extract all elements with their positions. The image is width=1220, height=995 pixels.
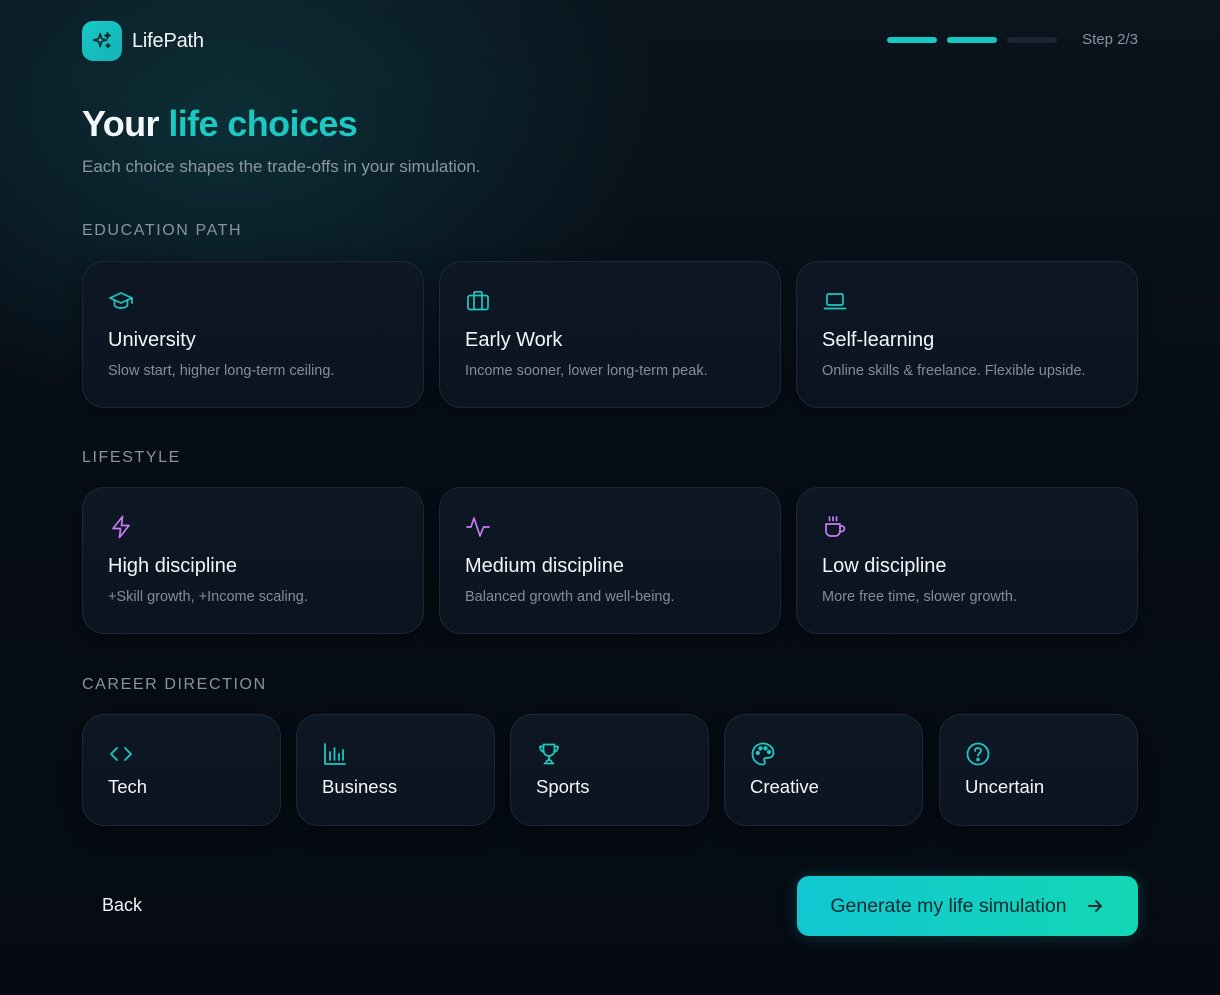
option-title: Low discipline bbox=[822, 555, 947, 577]
option-description: Slow start, higher long-term ceiling. bbox=[108, 363, 335, 379]
page-title: Your life choices bbox=[82, 103, 358, 145]
page-subtitle: Each choice shapes the trade-offs in you… bbox=[82, 157, 481, 176]
education-option-self-learning[interactable]: Self-learning Online skills & freelance.… bbox=[796, 261, 1138, 408]
generate-button-label: Generate my life simulation bbox=[830, 894, 1067, 917]
code-icon bbox=[110, 747, 132, 761]
option-title: Uncertain bbox=[965, 776, 1045, 797]
progress-segment-1 bbox=[887, 36, 938, 43]
option-title: Medium discipline bbox=[465, 555, 624, 577]
option-description: More free time, slower growth. bbox=[822, 589, 1018, 605]
option-title: Early Work bbox=[465, 329, 563, 351]
career-section-label: CAREER DIRECTION bbox=[82, 676, 267, 693]
lifestyle-option-high-discipline[interactable]: High discipline +Skill growth, +Income s… bbox=[82, 487, 424, 634]
graduation-cap-icon bbox=[109, 292, 133, 309]
option-title: Tech bbox=[108, 776, 148, 797]
title-plain: Your bbox=[82, 103, 169, 144]
career-option-creative[interactable]: Creative bbox=[724, 714, 923, 826]
step-progress: Step 2/3 bbox=[887, 31, 1138, 48]
laptop-icon bbox=[823, 293, 847, 310]
option-title: High discipline bbox=[108, 555, 237, 577]
option-description: Online skills & freelance. Flexible upsi… bbox=[822, 363, 1086, 379]
option-description: Income sooner, lower long-term peak. bbox=[465, 363, 708, 379]
help-circle-icon bbox=[966, 742, 990, 766]
title-accent: life choices bbox=[168, 103, 358, 144]
briefcase-icon bbox=[467, 290, 489, 311]
sparkles-icon bbox=[82, 21, 122, 61]
page: LifePath Step 2/3 Your life choices Each… bbox=[82, 0, 1138, 995]
generate-simulation-button[interactable]: Generate my life simulation bbox=[797, 876, 1138, 936]
step-indicator: Step 2/3 bbox=[1082, 31, 1138, 48]
education-option-early-work[interactable]: Early Work Income sooner, lower long-ter… bbox=[439, 261, 781, 408]
progress-segment-2 bbox=[947, 36, 998, 43]
education-section-label: EDUCATION PATH bbox=[82, 222, 243, 239]
career-option-sports[interactable]: Sports bbox=[510, 714, 709, 826]
career-option-tech[interactable]: Tech bbox=[82, 714, 281, 826]
option-title: Creative bbox=[750, 776, 819, 797]
header: LifePath Step 2/3 bbox=[82, 21, 1138, 61]
option-title: Business bbox=[322, 776, 398, 797]
option-title: Self-learning bbox=[822, 329, 935, 351]
progress-segment-3 bbox=[1007, 36, 1058, 43]
option-description: Balanced growth and well-being. bbox=[465, 589, 675, 605]
trophy-icon bbox=[539, 743, 559, 765]
bar-chart-icon bbox=[324, 743, 346, 765]
career-option-uncertain[interactable]: Uncertain bbox=[939, 714, 1138, 826]
lifestyle-section-label: LIFESTYLE bbox=[82, 449, 181, 466]
back-button[interactable]: Back bbox=[82, 880, 162, 930]
option-title: Sports bbox=[536, 776, 590, 797]
arrow-right-icon bbox=[1087, 900, 1102, 912]
career-option-business[interactable]: Business bbox=[296, 714, 495, 826]
lifestyle-option-medium-discipline[interactable]: Medium discipline Balanced growth and we… bbox=[439, 487, 781, 634]
coffee-icon bbox=[825, 516, 846, 537]
lightning-icon bbox=[112, 515, 130, 539]
lifestyle-option-low-discipline[interactable]: Low discipline More free time, slower gr… bbox=[796, 487, 1138, 634]
app-name: LifePath bbox=[132, 29, 204, 52]
option-title: University bbox=[108, 329, 196, 351]
education-option-university[interactable]: University Slow start, higher long-term … bbox=[82, 261, 424, 408]
palette-icon bbox=[751, 742, 775, 766]
option-description: +Skill growth, +Income scaling. bbox=[108, 589, 308, 605]
logo[interactable]: LifePath bbox=[82, 21, 204, 61]
activity-icon bbox=[466, 517, 490, 537]
